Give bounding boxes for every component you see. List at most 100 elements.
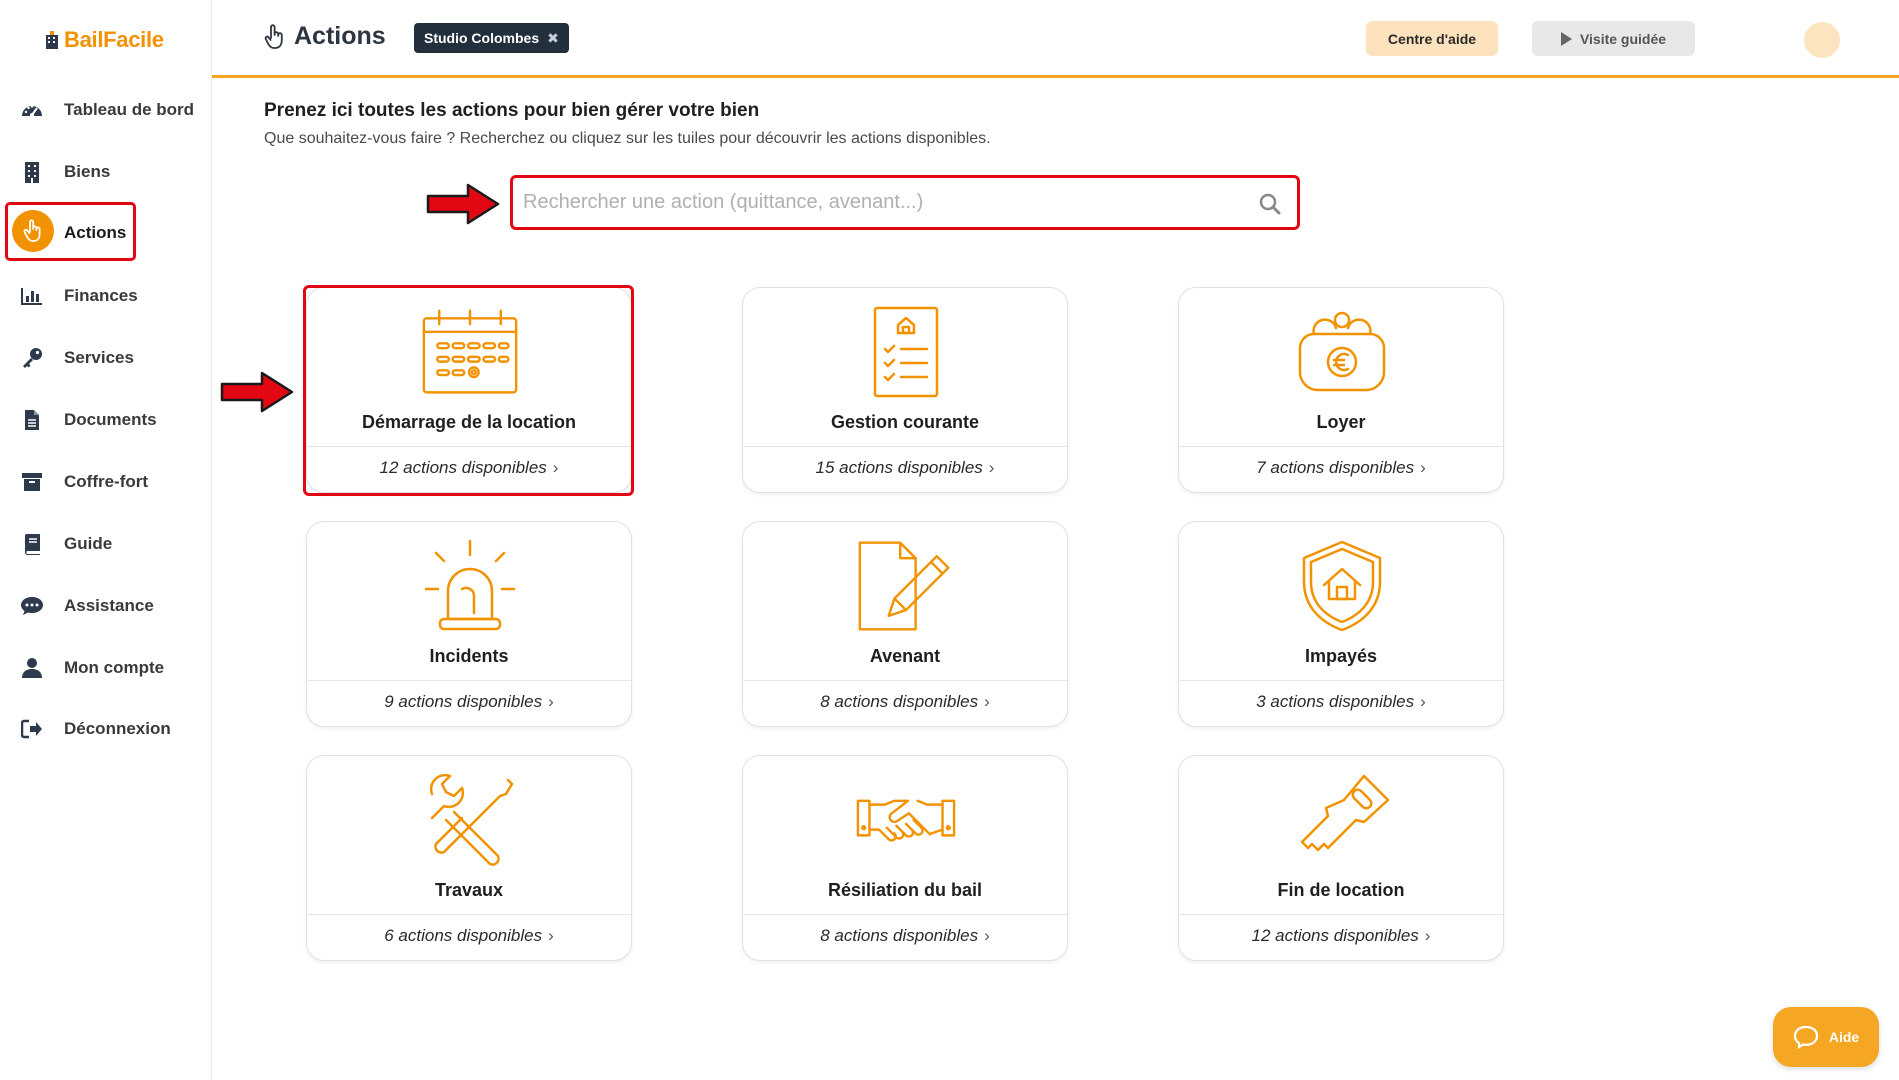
tile-divider <box>1179 446 1503 447</box>
checklist-icon <box>856 302 956 402</box>
tile-count: 12 actions disponibles › <box>1179 926 1503 946</box>
sidebar-item-finances[interactable]: Finances <box>20 276 200 316</box>
page-title: Actions <box>294 22 386 50</box>
search-icon[interactable] <box>1259 193 1281 215</box>
tile-count: 15 actions disponibles › <box>743 458 1067 478</box>
calendar-icon <box>420 302 520 402</box>
tile-title: Avenant <box>869 646 941 666</box>
tile-title: Résiliation du bail <box>827 880 983 900</box>
key-icon <box>20 346 44 370</box>
document-icon <box>20 408 44 432</box>
search-box[interactable] <box>510 175 1300 230</box>
red-arrow-pointer-search <box>426 183 500 225</box>
tile-title: Loyer <box>1316 412 1366 432</box>
tile-resiliation-bail[interactable]: Résiliation du bail 8 actions disponible… <box>742 755 1068 961</box>
tile-divider <box>307 680 631 681</box>
user-icon <box>20 656 44 680</box>
tile-title: Fin de location <box>1277 880 1405 900</box>
sidebar-item-documents[interactable]: Documents <box>20 400 200 440</box>
sidebar-item-biens[interactable]: Biens <box>20 152 200 192</box>
chart-icon <box>20 284 44 308</box>
sidebar-item-mon-compte[interactable]: Mon compte <box>20 648 200 688</box>
active-nav-circle <box>12 210 54 252</box>
search-input[interactable] <box>523 185 1223 220</box>
sidebar-item-label: Mon compte <box>64 658 165 677</box>
sidebar-item-label: Finances <box>64 286 138 305</box>
sidebar-item-label: Documents <box>64 410 157 429</box>
tile-travaux[interactable]: Travaux 6 actions disponibles › <box>306 755 632 961</box>
red-arrow-pointer-tile <box>220 371 294 413</box>
guided-tour-button[interactable]: Visite guidée <box>1532 21 1695 56</box>
page-title-group: Actions <box>264 22 386 51</box>
aide-chat-button[interactable]: Aide <box>1773 1007 1879 1067</box>
tile-count: 7 actions disponibles › <box>1179 458 1503 478</box>
tile-demarrage-location[interactable]: Démarrage de la location 12 actions disp… <box>306 287 632 493</box>
chevron-right-icon: › <box>984 692 990 711</box>
sidebar-item-guide[interactable]: Guide <box>20 524 200 564</box>
key-icon <box>1292 770 1392 870</box>
tile-divider <box>743 914 1067 915</box>
sidebar-item-deconnexion[interactable]: Déconnexion <box>20 709 200 749</box>
property-chip[interactable]: Studio Colombes ✖ <box>414 23 569 53</box>
chevron-right-icon: › <box>548 692 554 711</box>
tile-title: Gestion courante <box>830 412 980 432</box>
book-icon <box>20 532 44 556</box>
tile-count-text: 12 actions disponibles <box>1251 926 1419 945</box>
tile-impayes[interactable]: Impayés 3 actions disponibles › <box>1178 521 1504 727</box>
tile-title: Démarrage de la location <box>361 412 577 432</box>
tile-divider <box>743 446 1067 447</box>
sidebar: BailFacile Tableau de bord Biens Actions <box>0 0 212 1080</box>
tile-divider <box>307 446 631 447</box>
chevron-right-icon: › <box>988 458 995 477</box>
building-logo-icon <box>46 31 58 49</box>
tile-loyer[interactable]: Loyer 7 actions disponibles › <box>1178 287 1504 493</box>
chevron-right-icon: › <box>552 458 559 477</box>
close-icon[interactable]: ✖ <box>547 30 559 47</box>
tile-count-text: 15 actions disponibles <box>815 458 983 477</box>
tile-divider <box>743 680 1067 681</box>
tour-pulse-indicator <box>1804 22 1840 58</box>
play-icon <box>1560 31 1572 46</box>
sidebar-item-label: Assistance <box>64 596 154 615</box>
sidebar-item-services[interactable]: Services <box>20 338 200 378</box>
aide-label: Aide <box>1828 1029 1860 1045</box>
tile-count-text: 3 actions disponibles <box>1256 692 1415 711</box>
tile-count-text: 12 actions disponibles <box>379 458 547 477</box>
handshake-icon <box>856 770 956 870</box>
sidebar-item-label: Déconnexion <box>64 719 171 738</box>
tile-title: Travaux <box>434 880 504 900</box>
tile-incidents[interactable]: Incidents 9 actions disponibles › <box>306 521 632 727</box>
siren-icon <box>420 536 520 636</box>
sidebar-item-label: Actions <box>64 223 127 242</box>
sidebar-item-assistance[interactable]: Assistance <box>20 586 200 626</box>
building-icon <box>20 160 44 184</box>
logo[interactable]: BailFacile <box>44 27 164 53</box>
chat-bubble-icon <box>1793 1025 1818 1049</box>
chevron-right-icon: › <box>548 926 554 945</box>
tile-divider <box>307 914 631 915</box>
purse-icon <box>1292 302 1392 402</box>
tile-avenant[interactable]: Avenant 8 actions disponibles › <box>742 521 1068 727</box>
sidebar-item-label: Coffre-fort <box>64 472 149 491</box>
sidebar-item-actions[interactable]: Actions <box>64 213 144 253</box>
sidebar-item-coffre-fort[interactable]: Coffre-fort <box>20 462 200 502</box>
tile-fin-location[interactable]: Fin de location 12 actions disponibles › <box>1178 755 1504 961</box>
tile-divider <box>1179 914 1503 915</box>
tile-title: Impayés <box>1304 646 1378 666</box>
tile-count-text: 8 actions disponibles <box>820 926 979 945</box>
sidebar-item-tableau-de-bord[interactable]: Tableau de bord <box>20 90 200 130</box>
hand-pointer-icon <box>23 219 41 242</box>
dashboard-icon <box>20 98 44 122</box>
shield-house-icon <box>1292 536 1392 636</box>
tile-count: 8 actions disponibles › <box>743 926 1067 946</box>
tile-count: 9 actions disponibles › <box>307 692 631 712</box>
tools-icon <box>420 770 520 870</box>
archive-icon <box>20 470 44 494</box>
help-center-button[interactable]: Centre d'aide <box>1366 21 1498 56</box>
tile-gestion-courante[interactable]: Gestion courante 15 actions disponibles › <box>742 287 1068 493</box>
tile-divider <box>1179 680 1503 681</box>
chevron-right-icon: › <box>1420 692 1426 711</box>
tile-count-text: 9 actions disponibles <box>384 692 543 711</box>
logout-icon <box>20 717 44 741</box>
logo-text: BailFacile <box>64 27 164 52</box>
